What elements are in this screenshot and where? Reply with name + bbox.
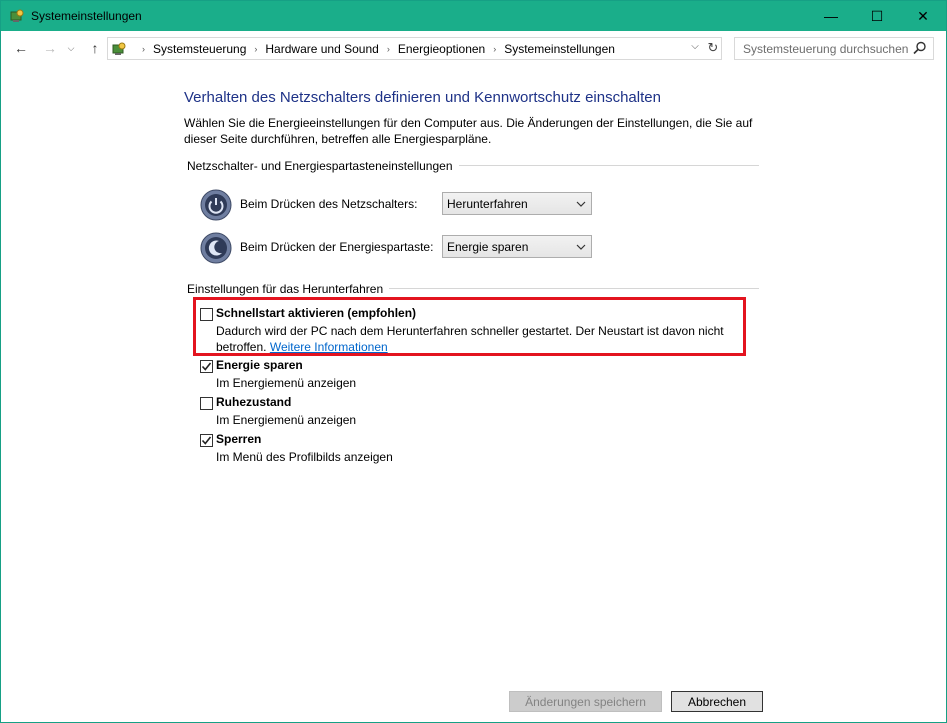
close-button[interactable]: ✕: [900, 1, 946, 31]
back-arrow-icon[interactable]: ←: [12, 39, 30, 57]
power-button-icon: [200, 189, 232, 221]
power-button-label: Beim Drücken des Netzschalters:: [240, 197, 418, 211]
breadcrumb-item[interactable]: Energieoptionen: [398, 42, 485, 56]
breadcrumb: › Systemsteuerung › Hardware und Sound ›…: [134, 42, 615, 56]
breadcrumb-item[interactable]: Systemsteuerung: [153, 42, 246, 56]
address-dropdown-icon[interactable]: ⌵: [688, 41, 702, 52]
settings-window: Systemeinstellungen — ☐ ✕ ← → ⌵ ↑ › Syst…: [0, 0, 947, 723]
shutdown-group-title: Einstellungen für das Herunterfahren: [187, 282, 390, 296]
up-arrow-icon[interactable]: ↑: [86, 39, 104, 57]
more-info-link[interactable]: Weitere Informationen: [270, 340, 388, 354]
breadcrumb-separator-icon: ›: [142, 44, 145, 54]
power-button-value: Herunterfahren: [447, 197, 528, 211]
sleep-button-value: Energie sparen: [447, 240, 529, 254]
power-group-title: Netzschalter- und Energiespartasteneinst…: [187, 159, 459, 173]
control-panel-icon: [112, 42, 126, 55]
breadcrumb-item[interactable]: Hardware und Sound: [265, 42, 378, 56]
chevron-down-icon: [576, 244, 586, 250]
lock-checkbox[interactable]: [200, 434, 213, 447]
checkmark-icon: [201, 436, 212, 445]
sleep-moon-icon: [200, 232, 232, 264]
control-panel-icon: [10, 9, 24, 22]
breadcrumb-item[interactable]: Systemeinstellungen: [504, 42, 615, 56]
chevron-down-icon: [576, 201, 586, 207]
forward-arrow-icon[interactable]: →: [41, 39, 59, 57]
search-placeholder: Systemsteuerung durchsuchen: [743, 42, 909, 56]
hibernate-checkbox[interactable]: [200, 397, 213, 410]
save-changes-button[interactable]: Änderungen speichern: [509, 691, 662, 712]
recent-locations-chevron-icon[interactable]: ⌵: [65, 39, 77, 57]
navigation-bar: ← → ⌵ ↑ › Systemsteuerung › Hardware und…: [1, 31, 946, 67]
search-input[interactable]: Systemsteuerung durchsuchen: [734, 37, 934, 60]
window-title: Systemeinstellungen: [31, 9, 142, 23]
lock-option-title: Sperren: [216, 432, 262, 446]
sleep-checkbox[interactable]: [200, 360, 213, 373]
breadcrumb-separator-icon[interactable]: ›: [493, 44, 496, 54]
sleep-button-setting: Beim Drücken der Energiespartaste: Energ…: [200, 232, 600, 264]
minimize-button[interactable]: —: [808, 1, 854, 31]
refresh-icon[interactable]: ↻: [705, 40, 721, 56]
hibernate-option-title: Ruhezustand: [216, 395, 292, 409]
cancel-button[interactable]: Abbrechen: [671, 691, 763, 712]
power-button-select[interactable]: Herunterfahren: [442, 192, 592, 215]
address-bar[interactable]: › Systemsteuerung › Hardware und Sound ›…: [107, 37, 722, 60]
breadcrumb-separator-icon[interactable]: ›: [387, 44, 390, 54]
power-button-setting: Beim Drücken des Netzschalters: Herunter…: [200, 189, 600, 221]
sleep-option-description: Im Energiemenü anzeigen: [216, 376, 357, 390]
fast-startup-checkbox[interactable]: [200, 308, 213, 321]
hibernate-option-description: Im Energiemenü anzeigen: [216, 413, 357, 427]
sleep-button-label: Beim Drücken der Energiespartaste:: [240, 240, 434, 254]
fast-startup-description: Dadurch wird der PC nach dem Herunterfah…: [216, 323, 736, 355]
checkmark-icon: [201, 362, 212, 371]
breadcrumb-separator-icon[interactable]: ›: [254, 44, 257, 54]
fast-startup-title: Schnellstart aktivieren (empfohlen): [216, 306, 417, 320]
page-title: Verhalten des Netzschalters definieren u…: [184, 89, 661, 106]
lock-option-description: Im Menü des Profilbilds anzeigen: [216, 450, 393, 464]
maximize-button[interactable]: ☐: [854, 1, 900, 31]
sleep-option-title: Energie sparen: [216, 358, 303, 372]
page-description: Wählen Sie die Energieeinstellungen für …: [184, 116, 753, 146]
search-icon[interactable]: [913, 41, 927, 55]
title-bar[interactable]: Systemeinstellungen — ☐ ✕: [1, 1, 946, 31]
sleep-button-select[interactable]: Energie sparen: [442, 235, 592, 258]
